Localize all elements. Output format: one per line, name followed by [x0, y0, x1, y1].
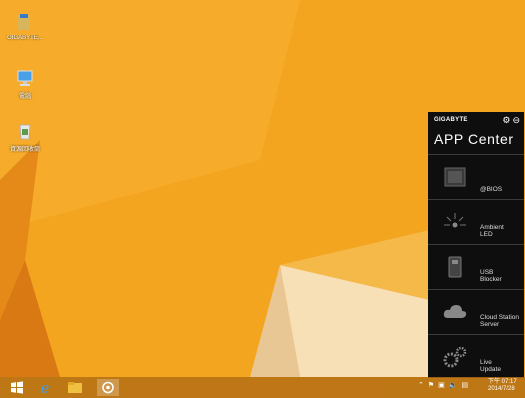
desktop-icon-label: 資源回收筒	[9, 147, 40, 153]
folder-icon	[18, 14, 30, 30]
internet-explorer-icon[interactable]: e	[34, 379, 56, 396]
bios-chip-icon	[444, 167, 466, 187]
desktop-icon-gigabyte[interactable]: GIGABYTE...	[4, 12, 46, 41]
app-item-cloud-station[interactable]: Cloud Station Server	[428, 289, 524, 334]
cloud-icon	[443, 305, 467, 318]
network-icon[interactable]: ▣	[438, 382, 445, 389]
desktop-icon-label: 電腦	[18, 94, 31, 100]
app-center-header: GIGABYTE ⚙ ⊖ APP Center	[428, 112, 524, 154]
usb-lock-icon	[448, 256, 462, 278]
gigabyte-logo: GIGABYTE	[434, 117, 468, 123]
gear-icon[interactable]: ⚙	[502, 115, 510, 125]
clock-date: 2014/7/28	[488, 386, 515, 392]
recycle-bin-icon	[19, 124, 31, 140]
led-light-icon	[444, 213, 466, 228]
app-center-taskbar-icon[interactable]	[97, 379, 119, 396]
app-name: Live Update	[480, 359, 501, 373]
desktop-icon-computer[interactable]: 電腦	[4, 68, 46, 100]
taskbar: e ⌃ ⚑ ▣ 🔈 ▤ 下午 07:17 2014/7/28	[0, 377, 525, 398]
collapse-icon[interactable]: ⊖	[512, 115, 520, 125]
clock-time: 下午 07:17	[488, 379, 517, 385]
app-item-ambient-led[interactable]: Ambient LED	[428, 199, 524, 244]
show-hidden-icons-icon[interactable]: ⌃	[418, 382, 424, 389]
svg-text:e: e	[41, 379, 50, 396]
gears-icon	[443, 346, 467, 368]
app-name: USB Blocker	[480, 269, 502, 283]
computer-icon	[17, 70, 33, 86]
app-item-usb-blocker[interactable]: USB Blocker	[428, 244, 524, 289]
taskbar-clock[interactable]: 下午 07:17 2014/7/28	[488, 379, 517, 393]
keyboard-icon[interactable]: ▤	[462, 382, 469, 389]
volume-icon[interactable]: 🔈	[449, 382, 458, 389]
app-name: Cloud Station Server	[480, 314, 520, 328]
app-name: @BIOS	[480, 186, 503, 193]
app-item-live-update[interactable]: Live Update	[428, 334, 524, 379]
app-item-bios[interactable]: @BIOS	[428, 154, 524, 199]
system-tray: ⌃ ⚑ ▣ 🔈 ▤	[418, 381, 472, 389]
app-name: Ambient LED	[480, 224, 504, 238]
desktop-icon-label: GIGABYTE...	[7, 35, 43, 41]
flag-icon[interactable]: ⚑	[428, 382, 434, 389]
file-explorer-icon[interactable]	[64, 379, 86, 396]
start-windows-icon[interactable]	[6, 379, 28, 396]
desktop-icon-recycle-bin[interactable]: 資源回收筒	[4, 121, 46, 153]
panel-title: APP Center	[434, 131, 514, 147]
app-center-panel: GIGABYTE ⚙ ⊖ APP Center @BIOS Ambient LED	[428, 112, 524, 378]
